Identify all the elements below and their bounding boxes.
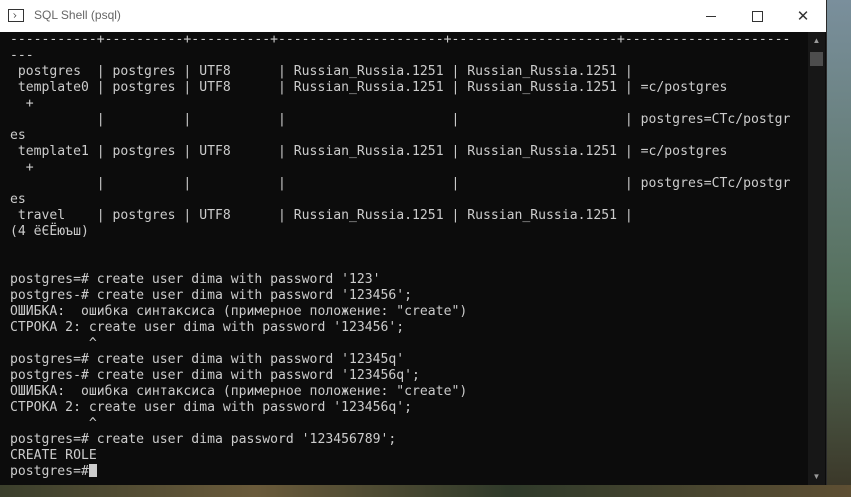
terminal-line: + <box>10 96 34 111</box>
minimize-button[interactable] <box>688 0 734 32</box>
terminal-line: CREATE ROLE <box>10 448 97 463</box>
terminal-line: -----------+----------+----------+------… <box>10 32 791 47</box>
terminal-line: ^ <box>10 416 97 431</box>
terminal-line: --- <box>10 48 34 63</box>
terminal-line: postgres=# create user dima password '12… <box>10 432 397 447</box>
terminal-line: es <box>10 128 26 143</box>
terminal-line: | | | | | postgres=CTc/postgr <box>10 112 791 127</box>
window-title: SQL Shell (psql) <box>34 8 121 22</box>
terminal-line: | | | | | postgres=CTc/postgr <box>10 176 791 191</box>
text-cursor <box>88 464 97 477</box>
terminal-line: ОШИБКА: ошибка синтаксиса (примерное пол… <box>10 384 468 399</box>
terminal-line: es <box>10 192 26 207</box>
terminal-line: travel | postgres | UTF8 | Russian_Russi… <box>10 208 633 223</box>
terminal-line: + <box>10 160 34 175</box>
terminal-line: СТРОКА 2: create user dima with password… <box>10 400 413 415</box>
scroll-up-arrow-icon[interactable]: ▲ <box>808 32 825 49</box>
scrollbar-thumb[interactable] <box>810 52 823 66</box>
terminal-line: postgres-# create user dima with passwor… <box>10 288 413 303</box>
terminal-line: postgres=# create user dima with passwor… <box>10 352 405 367</box>
terminal-line: template1 | postgres | UTF8 | Russian_Ru… <box>10 144 728 159</box>
close-icon: ✕ <box>796 8 810 25</box>
terminal-line: СТРОКА 2: create user dima with password… <box>10 320 405 335</box>
terminal-line: template0 | postgres | UTF8 | Russian_Ru… <box>10 80 728 95</box>
terminal-line: postgres-# create user dima with passwor… <box>10 368 420 383</box>
maximize-button[interactable] <box>734 0 780 32</box>
desktop-background-right <box>826 0 851 497</box>
terminal-line: postgres=# create user dima with passwor… <box>10 272 381 287</box>
terminal-line: postgres=# <box>10 464 807 480</box>
close-button[interactable]: ✕ <box>780 0 826 32</box>
desktop-background-bottom <box>0 485 851 497</box>
terminal-line: (4 ёЄЁюъш) <box>10 224 89 239</box>
terminal-line: postgres | postgres | UTF8 | Russian_Rus… <box>10 64 633 79</box>
terminal-output[interactable]: -----------+----------+----------+------… <box>10 32 807 485</box>
scroll-down-arrow-icon[interactable]: ▼ <box>808 468 825 485</box>
maximize-icon <box>751 10 763 22</box>
terminal-line: ОШИБКА: ошибка синтаксиса (примерное пол… <box>10 304 468 319</box>
psql-console-window: SQL Shell (psql) ✕ -----------+---------… <box>0 0 827 485</box>
vertical-scrollbar[interactable]: ▲ ▼ <box>808 32 825 485</box>
console-app-icon[interactable] <box>8 9 24 22</box>
title-bar[interactable]: SQL Shell (psql) ✕ <box>0 0 826 32</box>
minimize-icon <box>706 15 716 17</box>
terminal-line: ^ <box>10 336 97 351</box>
